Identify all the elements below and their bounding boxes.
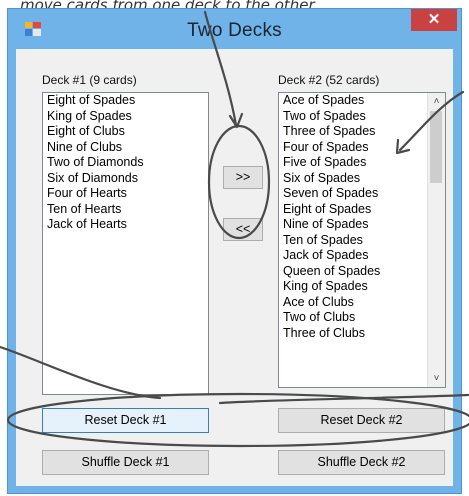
line-left-bottom xyxy=(0,345,162,400)
arrow-to-buttons xyxy=(203,10,238,127)
buttons-highlight-ellipse xyxy=(207,124,271,240)
arrow-to-deck2 xyxy=(398,90,465,152)
annotation-overlay xyxy=(0,10,469,448)
